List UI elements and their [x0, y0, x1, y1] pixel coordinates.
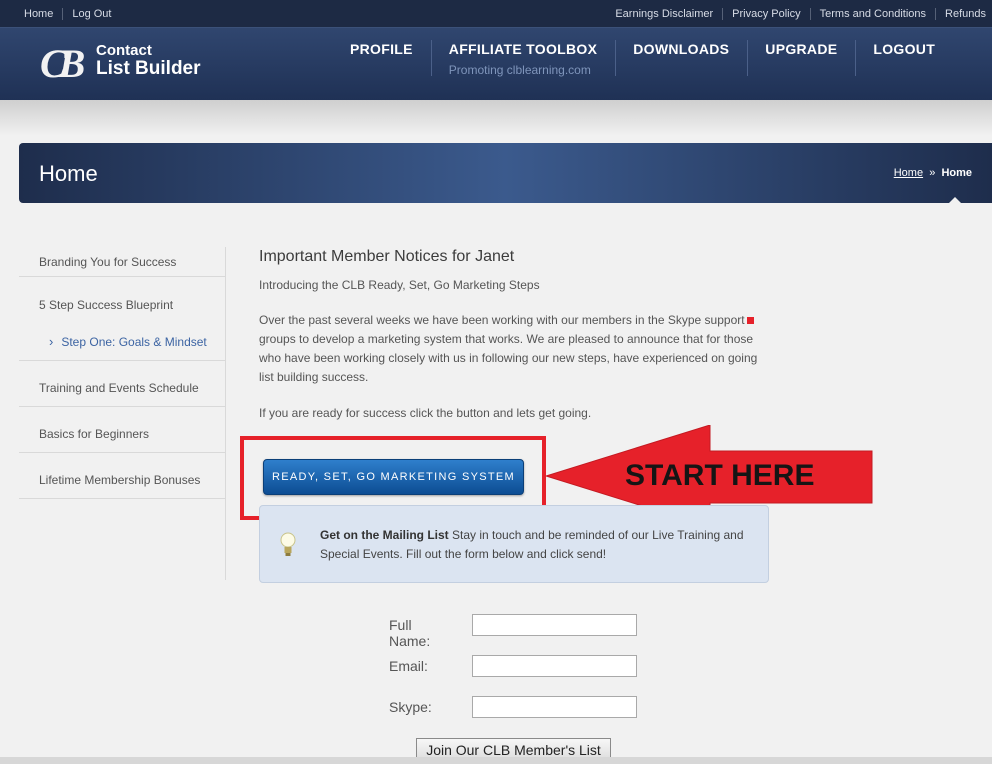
- header-shadow-band: [0, 100, 992, 136]
- skype-input[interactable]: [472, 696, 637, 718]
- divider: [722, 8, 724, 20]
- red-marker: [747, 317, 754, 324]
- nav-label: DOWNLOADS: [633, 41, 730, 57]
- top-link-terms[interactable]: Terms and Conditions: [820, 8, 926, 20]
- sidebar-item-label: Basics for Beginners: [39, 427, 150, 441]
- top-link-home[interactable]: Home: [24, 8, 53, 20]
- ready-set-go-button[interactable]: READY, SET, GO MARKETING SYSTEM: [263, 459, 524, 495]
- breadcrumb-current: Home: [941, 167, 972, 179]
- top-link-refunds[interactable]: Refunds: [945, 8, 986, 20]
- sidebar-item-basics[interactable]: Basics for Beginners: [19, 407, 225, 453]
- notice-heading: Important Member Notices for Janet: [259, 248, 515, 265]
- ready-text: If you are ready for success click the b…: [259, 406, 592, 420]
- body-paragraph: Over the past several weeks we have been…: [259, 313, 758, 384]
- full-name-label: Full Name:: [389, 617, 431, 649]
- chevron-right-icon: ›: [49, 334, 54, 349]
- sidebar-item-training[interactable]: Training and Events Schedule: [19, 361, 225, 407]
- sidebar-item-label: Branding You for Success: [39, 254, 177, 269]
- breadcrumb: Home » Home: [894, 167, 972, 179]
- logo-mark: CB: [40, 41, 85, 86]
- nav-item-logout[interactable]: LOGOUT: [855, 28, 953, 101]
- divider: [935, 8, 937, 20]
- logo-line-1: Contact: [96, 42, 152, 59]
- email-label: Email:: [389, 658, 428, 674]
- nav-item-downloads[interactable]: DOWNLOADS: [615, 28, 747, 101]
- top-link-logout[interactable]: Log Out: [72, 8, 111, 20]
- nav-item-affiliate-toolbox[interactable]: AFFILIATE TOOLBOX Promoting clblearning.…: [430, 28, 615, 101]
- email-input[interactable]: [472, 655, 637, 677]
- nav-label: PROFILE: [350, 41, 413, 57]
- full-name-input[interactable]: [472, 614, 637, 636]
- start-here-callout: START HERE: [625, 459, 815, 492]
- divider: [62, 8, 64, 20]
- breadcrumb-separator: »: [929, 167, 936, 179]
- notice-bold: Get on the Mailing List: [320, 528, 449, 542]
- nav-sublabel: Promoting clblearning.com: [448, 63, 591, 77]
- skype-label: Skype:: [389, 699, 432, 715]
- sidebar-subitem-step-one[interactable]: › Step One: Goals & Mindset: [19, 323, 225, 361]
- sidebar-item-branding[interactable]: Branding You for Success: [19, 247, 225, 277]
- top-link-earnings-disclaimer[interactable]: Earnings Disclaimer: [615, 8, 713, 20]
- site-logo[interactable]: CB Contact List Builder: [40, 40, 210, 88]
- site-header: CB Contact List Builder PROFILE AFFILIAT…: [0, 27, 992, 100]
- notice-text: Get on the Mailing List Stay in touch an…: [320, 526, 760, 564]
- nav-label: AFFILIATE TOOLBOX: [448, 41, 598, 57]
- sidebar-item-label: 5 Step Success Blueprint: [39, 297, 174, 312]
- sidebar-item-bonuses[interactable]: Lifetime Membership Bonuses: [19, 453, 225, 499]
- divider: [809, 8, 811, 20]
- breadcrumb-home-link[interactable]: Home: [894, 167, 923, 179]
- main-content: Important Member Notices for Janet Intro…: [259, 248, 779, 420]
- top-link-privacy-policy[interactable]: Privacy Policy: [732, 8, 800, 20]
- top-utility-bar: Home Log Out Earnings Disclaimer Privacy…: [0, 0, 992, 27]
- banner-notch: [948, 197, 962, 204]
- nav-item-upgrade[interactable]: UPGRADE: [747, 28, 855, 101]
- main-nav: PROFILE AFFILIATE TOOLBOX Promoting clbl…: [332, 28, 953, 101]
- sidebar-item-label: Step One: Goals & Mindset: [61, 334, 207, 349]
- page-title-banner: Home Home » Home: [19, 143, 992, 204]
- sidebar-item-label: Lifetime Membership Bonuses: [39, 473, 201, 487]
- lightbulb-icon: [280, 532, 296, 556]
- nav-item-profile[interactable]: PROFILE: [332, 28, 431, 101]
- page-title: Home: [39, 161, 98, 186]
- intro-text: Introducing the CLB Ready, Set, Go Marke…: [259, 278, 540, 292]
- mailing-list-notice: Get on the Mailing List Stay in touch an…: [259, 505, 769, 583]
- nav-label: UPGRADE: [765, 41, 838, 57]
- sidebar: Branding You for Success 5 Step Success …: [19, 247, 226, 580]
- nav-label: LOGOUT: [873, 41, 936, 57]
- logo-line-2: List Builder: [96, 58, 201, 79]
- footer-strip: [0, 757, 992, 764]
- sidebar-item-blueprint[interactable]: 5 Step Success Blueprint: [19, 277, 225, 323]
- sidebar-item-label: Training and Events Schedule: [39, 381, 199, 395]
